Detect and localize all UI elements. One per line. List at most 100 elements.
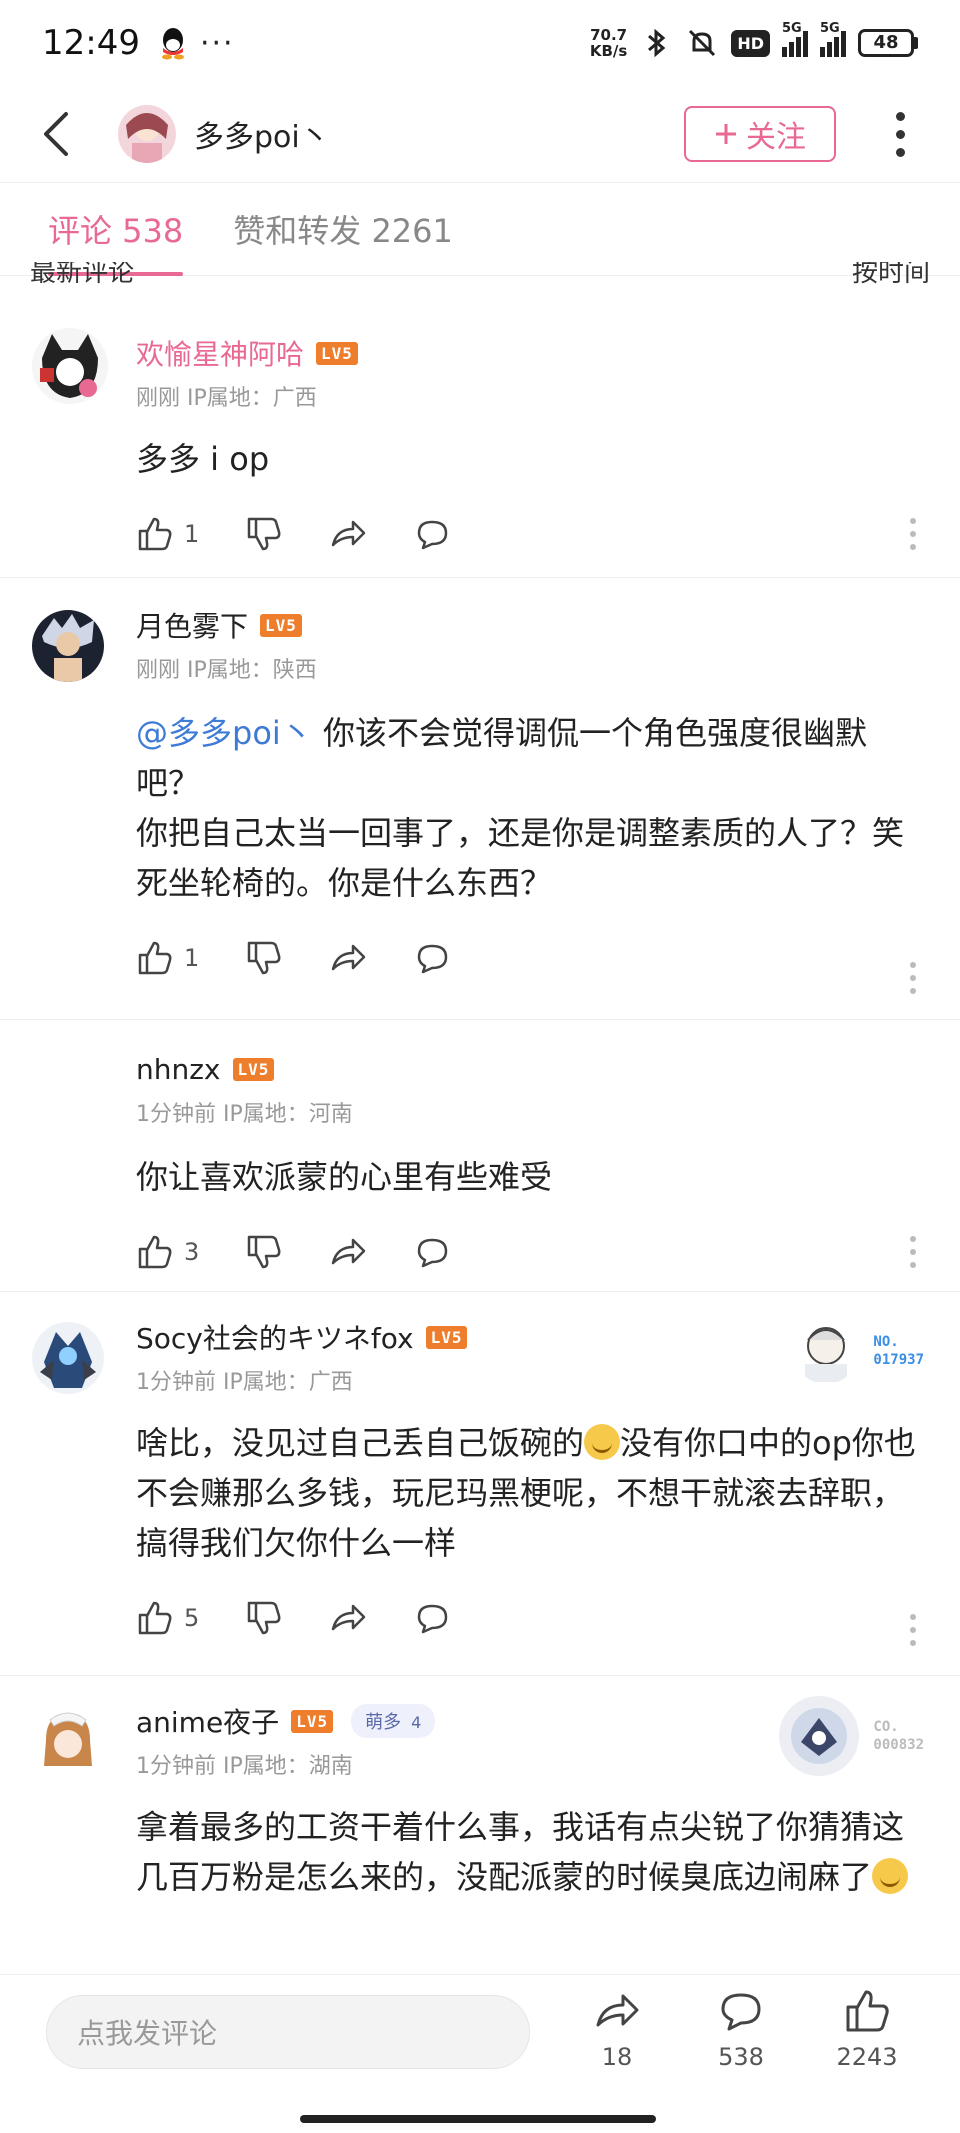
comment-input[interactable]: 点我发评论 <box>46 1995 530 2069</box>
battery-icon: 48 <box>858 29 918 57</box>
comment-pendant: NO. 017937 <box>793 1318 924 1384</box>
comment-item: 月色雾下 LV5 刚刚 IP属地：陕西 @多多poi丶 你该不会觉得调侃一个角色… <box>0 578 960 1020</box>
more-menu-button[interactable] <box>880 104 920 164</box>
like-count: 3 <box>184 1238 200 1266</box>
like-button[interactable]: 1 <box>136 939 199 977</box>
share-arrow-icon <box>332 944 366 971</box>
commenter-avatar[interactable] <box>32 328 108 404</box>
chat-bubble-icon <box>418 944 448 974</box>
chat-bubble-icon <box>721 1993 761 2031</box>
plus-icon <box>716 124 736 144</box>
sort-by-time-button[interactable]: 按时间 <box>852 262 930 289</box>
thumbs-up-icon <box>138 1601 172 1635</box>
chat-bubble-icon <box>418 1604 448 1634</box>
fan-badge[interactable]: 萌多 4 <box>351 1704 436 1738</box>
like-button[interactable]: 1 <box>136 515 199 553</box>
comment-count-button[interactable]: 538 <box>696 1987 786 2071</box>
pendant-no-prefix: NO. <box>873 1334 899 1350</box>
reply-button[interactable] <box>413 1233 451 1271</box>
comment-text[interactable]: 拿着最多的工资干着什么事，我话有点尖锐了你猜猜这几百万粉是怎么来的，没配派蒙的时… <box>136 1802 924 1902</box>
dislike-button[interactable] <box>245 1233 283 1271</box>
speed-value: 70.7 <box>590 26 628 44</box>
post-like-button[interactable]: 2243 <box>822 1987 912 2071</box>
hd-badge: HD <box>731 29 770 57</box>
signal-2-icon: 5G <box>820 21 846 57</box>
commenter-name[interactable]: nhnzx <box>136 1053 221 1086</box>
share-button[interactable] <box>329 1233 367 1271</box>
commenter-name[interactable]: 月色雾下 <box>136 605 248 645</box>
comment-more-button[interactable] <box>910 518 916 550</box>
share-button[interactable] <box>329 515 367 553</box>
mute-bell-icon <box>689 29 716 57</box>
follow-button[interactable]: 关注 <box>684 106 836 162</box>
dislike-button[interactable] <box>245 515 283 553</box>
share-arrow-icon <box>332 520 366 547</box>
notification-dots: ··· <box>199 25 235 61</box>
chat-bubble-icon <box>418 520 448 550</box>
comment-text[interactable]: @多多poi丶 你该不会觉得调侃一个角色强度很幽默吧？ 你把自己太当一回事了，还… <box>136 708 924 908</box>
like-button[interactable]: 3 <box>136 1233 199 1271</box>
pendant-number: NO. 017937 <box>873 1333 924 1369</box>
reply-button[interactable] <box>413 939 451 977</box>
share-arrow-icon <box>596 1994 639 2027</box>
share-button[interactable] <box>329 1599 367 1637</box>
reply-button[interactable] <box>413 515 451 553</box>
thumbs-up-icon <box>138 941 172 975</box>
comment-text[interactable]: 多多 i op <box>136 434 924 484</box>
bluetooth-icon <box>648 28 666 58</box>
commenter-name[interactable]: 欢愉星神阿哈 <box>136 333 304 373</box>
like-total: 2243 <box>836 2043 898 2071</box>
commenter-name[interactable]: anime夜子 <box>136 1701 279 1741</box>
comment-more-button[interactable] <box>910 962 916 994</box>
like-count: 5 <box>184 1604 200 1632</box>
comment-meta: 刚刚 IP属地：广西 <box>136 386 317 411</box>
comment-actions: 5 <box>136 1568 924 1668</box>
commenter-avatar[interactable] <box>32 1322 104 1394</box>
back-arrow-icon <box>44 112 68 156</box>
reply-button[interactable] <box>413 1599 451 1637</box>
dislike-button[interactable] <box>245 939 283 977</box>
chat-bubble-icon <box>418 1238 448 1268</box>
dislike-button[interactable] <box>245 1599 283 1637</box>
author-name[interactable]: 多多poi丶 <box>194 112 330 156</box>
yum-emoji-icon <box>872 1858 909 1894</box>
commenter-avatar[interactable] <box>32 610 104 682</box>
forward-button[interactable]: 18 <box>572 1987 662 2071</box>
pendant-no-value: 017937 <box>873 1352 924 1368</box>
comment-list: 欢愉星神阿哈 LV5 刚刚 IP属地：广西 多多 i op 1 月色雾下 LV5… <box>0 292 960 1976</box>
level-badge: LV5 <box>260 613 302 637</box>
like-button[interactable]: 5 <box>136 1599 199 1637</box>
comment-text[interactable]: 你让喜欢派蒙的心里有些难受 <box>136 1152 924 1202</box>
home-indicator[interactable] <box>300 2115 656 2123</box>
level-badge: LV5 <box>291 1709 334 1733</box>
comment-meta: 1分钟前 IP属地：河南 <box>136 1102 353 1127</box>
comment-item: 欢愉星神阿哈 LV5 刚刚 IP属地：广西 多多 i op 1 <box>0 292 960 578</box>
sort-latest-label: 最新评论 <box>30 262 135 288</box>
pendant-number: CO. 000832 <box>873 1718 924 1754</box>
comment-more-button[interactable] <box>910 1614 916 1646</box>
comment-meta: 刚刚 IP属地：陕西 <box>136 658 317 683</box>
comment-text[interactable]: 啥比，没见过自己丢自己饭碗的 没有你口中的op你也不会赚那么多钱，玩尼玛黑梗呢，不… <box>136 1418 924 1568</box>
status-time: 12:49 <box>42 23 140 63</box>
follow-label: 关注 <box>746 120 806 155</box>
speed-unit: KB/s <box>589 42 628 60</box>
thumbs-up-icon <box>138 517 172 551</box>
battery-level: 48 <box>858 29 914 57</box>
level-badge: LV5 <box>232 1057 275 1081</box>
mention-link[interactable]: @多多poi丶 <box>136 714 313 752</box>
back-button[interactable] <box>40 104 90 164</box>
comment-more-button[interactable] <box>910 1236 916 1268</box>
qq-icon <box>161 28 184 60</box>
pendant-no-value: 000832 <box>873 1737 924 1753</box>
fan-badge-label: 萌多 <box>365 1712 402 1733</box>
share-arrow-icon <box>332 1238 366 1265</box>
thumbs-up-icon <box>138 1235 172 1269</box>
commenter-avatar[interactable] <box>32 1706 104 1778</box>
share-button[interactable] <box>329 939 367 977</box>
bottom-comment-bar: 点我发评论 18 538 2243 <box>0 1974 960 2133</box>
pendant-no-prefix: CO. <box>873 1719 899 1735</box>
author-avatar[interactable] <box>118 105 176 163</box>
sweat-smile-emoji-icon <box>584 1424 621 1460</box>
sort-bar: 最新评论 按时间 <box>0 262 960 290</box>
commenter-name[interactable]: Socy社会的キツネfox <box>136 1317 414 1357</box>
